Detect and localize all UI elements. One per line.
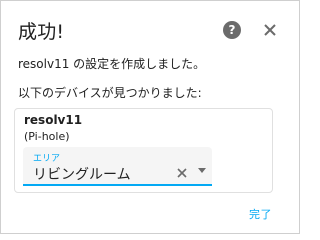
device-card: resolv11 (Pi-hole) エリア リビングルーム <box>14 108 273 193</box>
success-dialog: 成功! ? resolv11 の設定を作成しました。 以下のデバイスが見つかりま… <box>0 0 300 234</box>
area-select-value: リビングルーム <box>33 167 131 183</box>
dialog-title: 成功! <box>18 21 65 43</box>
help-icon[interactable]: ? <box>223 21 241 39</box>
device-model: (Pi-hole) <box>24 130 70 143</box>
area-select[interactable]: エリア リビングルーム <box>23 147 212 186</box>
area-select-label: エリア <box>33 154 61 164</box>
config-created-message: resolv11 の設定を作成しました。 <box>18 57 206 71</box>
dropdown-arrow-icon[interactable] <box>198 168 206 173</box>
device-name: resolv11 <box>24 113 83 127</box>
devices-found-message: 以下のデバイスが見つかりました: <box>18 86 202 100</box>
clear-icon[interactable] <box>176 164 188 178</box>
close-icon[interactable] <box>261 21 279 39</box>
finish-button[interactable]: 完了 <box>249 206 272 222</box>
